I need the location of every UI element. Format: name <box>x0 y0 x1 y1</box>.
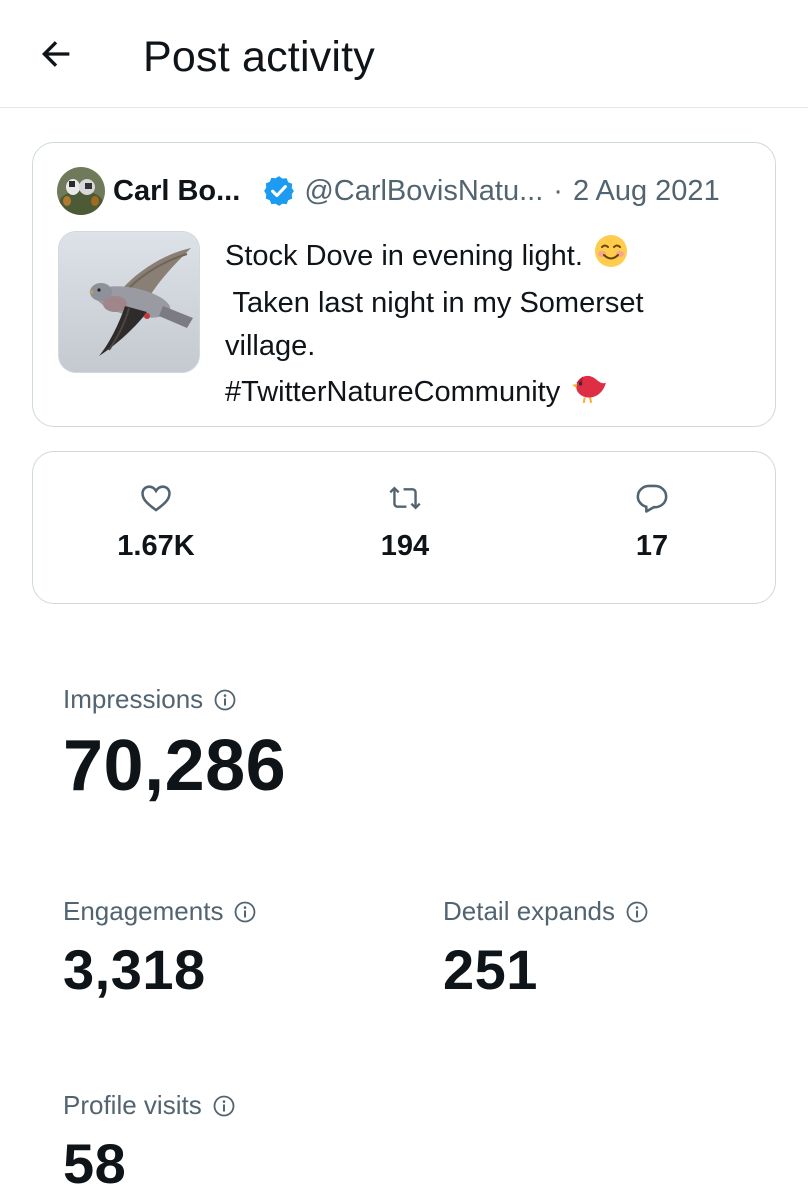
author-name[interactable]: Carl Bo... <box>113 175 240 208</box>
red-bird-emoji-icon <box>570 368 608 419</box>
back-button[interactable] <box>30 32 82 80</box>
arrow-left-icon <box>36 34 76 79</box>
engagements-label: Engagements <box>63 896 224 926</box>
smiling-face-emoji-icon <box>593 233 629 282</box>
info-icon[interactable] <box>233 900 257 924</box>
post-date: 2 Aug 2021 <box>572 174 720 207</box>
retweets-count: 194 <box>380 530 430 562</box>
top-app-bar: Post activity <box>0 0 808 108</box>
likes-count: 1.67K <box>117 530 195 562</box>
post-text-line: village. <box>225 330 316 362</box>
post-text-line: Taken last night in my Somerset <box>225 287 644 319</box>
engagements-value: 3,318 <box>63 938 206 1001</box>
post-activity-screen: Post activity Carl Bo... @CarlBovisNatu.… <box>0 0 808 1200</box>
separator-dot: · <box>553 174 563 207</box>
profile-visits-metric: Profile visits 58 <box>63 1090 236 1196</box>
info-icon[interactable] <box>212 1094 236 1118</box>
likes-stat[interactable]: 1.67K <box>76 482 236 563</box>
detail-expands-metric: Detail expands 251 <box>443 896 649 1002</box>
post-image[interactable] <box>58 231 200 373</box>
detail-expands-value: 251 <box>443 938 538 1001</box>
replies-stat[interactable]: 17 <box>572 482 732 563</box>
profile-visits-value: 58 <box>63 1132 127 1195</box>
post-hashtag-line[interactable]: #TwitterNatureCommunity <box>225 368 745 419</box>
engagements-metric: Engagements 3,318 <box>63 896 257 1002</box>
reply-icon <box>635 481 669 520</box>
page-title: Post activity <box>143 33 376 81</box>
retweets-stat[interactable]: 194 <box>325 482 485 563</box>
impressions-label: Impressions <box>63 684 204 714</box>
engagement-summary-card: 1.67K 194 17 <box>32 451 776 604</box>
profile-visits-label: Profile visits <box>63 1090 202 1120</box>
heart-icon <box>139 481 173 520</box>
post-text: Stock Dove in evening light. Taken last … <box>225 233 745 419</box>
info-icon[interactable] <box>213 688 237 712</box>
avatar[interactable] <box>57 167 105 215</box>
author-handle: @CarlBovisNatu... <box>304 174 544 207</box>
verified-badge-icon <box>262 174 296 208</box>
impressions-metric: Impressions 70,286 <box>63 684 286 807</box>
impressions-value: 70,286 <box>63 726 287 806</box>
retweet-icon <box>387 481 423 520</box>
post-text-line: Stock Dove in evening light. <box>225 233 745 282</box>
post-preview-card[interactable]: Carl Bo... @CarlBovisNatu... · 2 Aug 202… <box>32 142 776 427</box>
replies-count: 17 <box>635 530 669 562</box>
author-row: Carl Bo... @CarlBovisNatu... · 2 Aug 202… <box>113 171 720 211</box>
info-icon[interactable] <box>625 900 649 924</box>
detail-expands-label: Detail expands <box>443 896 615 926</box>
